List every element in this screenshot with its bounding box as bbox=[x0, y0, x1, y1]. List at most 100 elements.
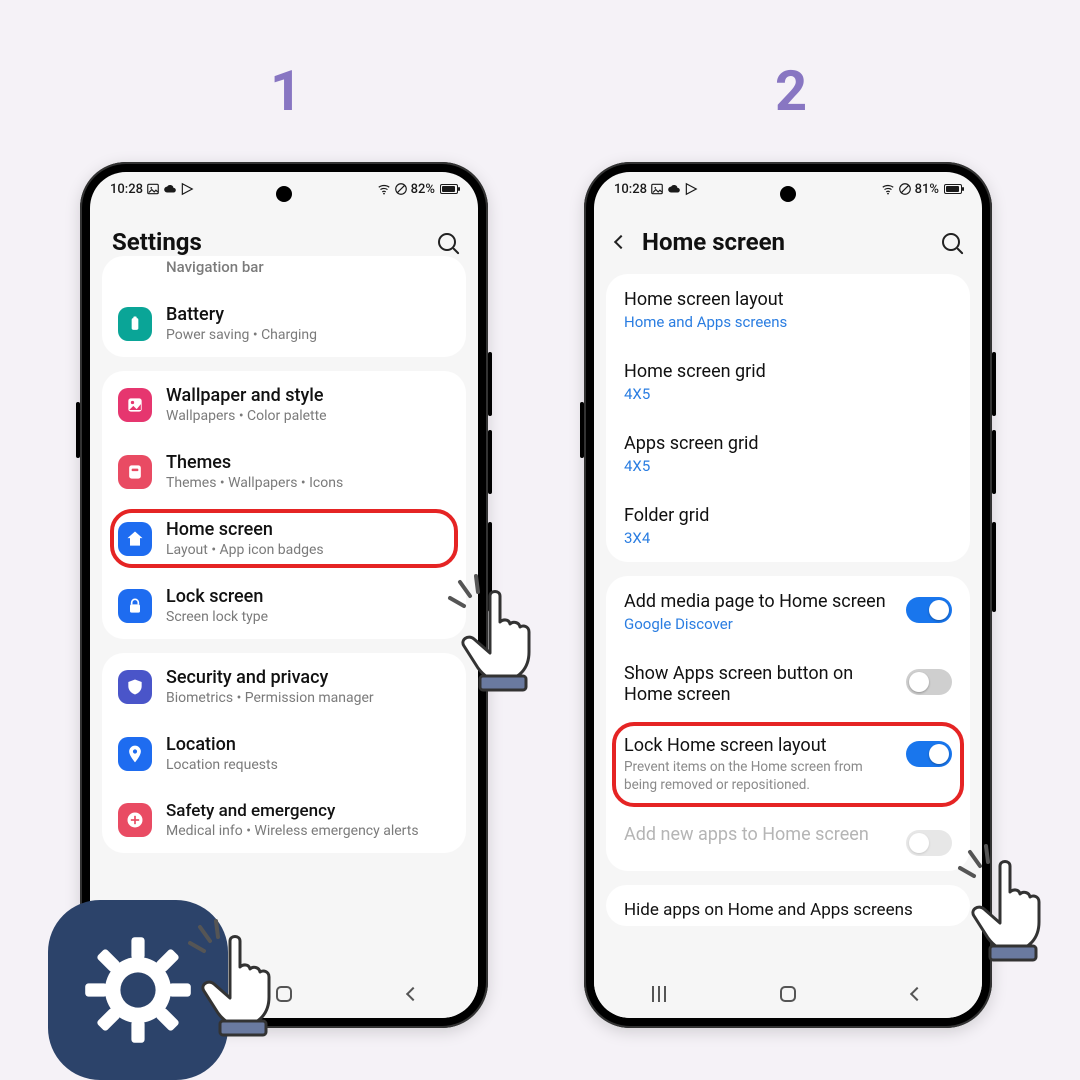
row-value: 4X5 bbox=[624, 457, 952, 475]
row-subtitle: Themes • Wallpapers • Icons bbox=[166, 475, 450, 491]
row-subtitle: Power saving • Charging bbox=[166, 327, 450, 343]
row-media-page[interactable]: Add media page to Home screen Google Dis… bbox=[606, 576, 970, 648]
toggle-media-page[interactable] bbox=[906, 597, 952, 623]
row-title: Security and privacy bbox=[166, 667, 450, 688]
toggle-add-new-apps[interactable] bbox=[906, 830, 952, 856]
toggle-lock-layout[interactable] bbox=[906, 741, 952, 767]
row-title: Safety and emergency bbox=[166, 801, 450, 821]
settings-row-wallpaper[interactable]: Wallpaper and style Wallpapers • Color p… bbox=[102, 371, 466, 438]
settings-group-personalize: Wallpaper and style Wallpapers • Color p… bbox=[102, 371, 466, 639]
home-options-group: Add media page to Home screen Google Dis… bbox=[606, 576, 970, 871]
block-icon bbox=[898, 182, 912, 196]
row-title: Add media page to Home screen bbox=[624, 591, 892, 612]
search-icon[interactable] bbox=[942, 233, 960, 251]
page-header: Home screen bbox=[594, 206, 982, 274]
row-apps-button[interactable]: Show Apps screen button on Home screen bbox=[606, 648, 970, 720]
row-subtitle: Wallpapers • Color palette bbox=[166, 408, 450, 424]
row-add-new-apps[interactable]: Add new apps to Home screen bbox=[606, 809, 970, 871]
nav-back[interactable] bbox=[383, 989, 443, 999]
battery-settings-icon bbox=[118, 307, 152, 341]
settings-row-navigation-bar[interactable]: Navigation bar bbox=[102, 256, 466, 290]
shield-icon bbox=[118, 670, 152, 704]
page-title: Home screen bbox=[642, 228, 785, 256]
settings-row-location[interactable]: Location Location requests bbox=[102, 720, 466, 787]
battery-percent: 82% bbox=[411, 182, 435, 197]
row-value: 4X5 bbox=[624, 385, 952, 403]
row-title: Wallpaper and style bbox=[166, 385, 450, 406]
play-icon bbox=[684, 182, 698, 196]
battery-icon bbox=[944, 184, 962, 194]
settings-row-lock-screen[interactable]: Lock screen Screen lock type bbox=[102, 572, 466, 639]
image-icon bbox=[650, 182, 664, 196]
wifi-icon bbox=[377, 182, 391, 196]
row-title: Battery bbox=[166, 304, 450, 325]
emergency-icon bbox=[118, 803, 152, 837]
home-hide-group: Hide apps on Home and Apps screens bbox=[606, 885, 970, 926]
battery-percent: 81% bbox=[915, 182, 939, 197]
home-icon bbox=[118, 522, 152, 556]
row-title: Location bbox=[166, 734, 450, 755]
row-title: Show Apps screen button on Home screen bbox=[624, 663, 892, 705]
gear-icon bbox=[83, 935, 193, 1045]
status-time: 10:28 bbox=[110, 182, 143, 197]
nav-home[interactable] bbox=[254, 986, 314, 1002]
row-hide-apps[interactable]: Hide apps on Home and Apps screens bbox=[606, 885, 970, 926]
row-title: Lock Home screen layout bbox=[624, 735, 892, 756]
settings-row-security[interactable]: Security and privacy Biometrics • Permis… bbox=[102, 653, 466, 720]
row-title: Themes bbox=[166, 452, 450, 473]
play-icon bbox=[180, 182, 194, 196]
nav-recent[interactable] bbox=[629, 986, 689, 1002]
row-home-grid[interactable]: Home screen grid 4X5 bbox=[606, 346, 970, 418]
row-value: 3X4 bbox=[624, 529, 952, 547]
phone-frame-2: 10:28 81% bbox=[584, 162, 992, 1028]
camera-notch bbox=[276, 186, 292, 202]
row-subtitle: Medical info • Wireless emergency alerts bbox=[166, 823, 450, 839]
row-title: Home screen grid bbox=[624, 361, 952, 382]
nav-home[interactable] bbox=[758, 986, 818, 1002]
status-time: 10:28 bbox=[614, 182, 647, 197]
phone-frame-1: 10:28 82% bbox=[80, 162, 488, 1028]
row-title: Hide apps on Home and Apps screens bbox=[624, 900, 952, 920]
settings-row-home-screen[interactable]: Home screen Layout • App icon badges bbox=[102, 505, 466, 572]
row-folder-grid[interactable]: Folder grid 3X4 bbox=[606, 490, 970, 562]
nav-bar bbox=[594, 970, 982, 1018]
row-title: Lock screen bbox=[166, 586, 450, 607]
page-title: Settings bbox=[112, 228, 202, 256]
step-2-label: 2 bbox=[775, 58, 807, 124]
row-title: Folder grid bbox=[624, 505, 952, 526]
row-description: Prevent items on the Home screen from be… bbox=[624, 759, 892, 794]
lock-icon bbox=[118, 589, 152, 623]
row-value: Google Discover bbox=[624, 615, 892, 633]
row-lock-layout[interactable]: Lock Home screen layout Prevent items on… bbox=[606, 720, 970, 809]
cloud-icon bbox=[163, 182, 177, 196]
cloud-icon bbox=[667, 182, 681, 196]
settings-row-battery[interactable]: Battery Power saving • Charging bbox=[102, 290, 466, 357]
row-apps-grid[interactable]: Apps screen grid 4X5 bbox=[606, 418, 970, 490]
wallpaper-icon bbox=[118, 388, 152, 422]
search-icon[interactable] bbox=[438, 233, 456, 251]
themes-icon bbox=[118, 455, 152, 489]
location-icon bbox=[118, 737, 152, 771]
back-icon[interactable] bbox=[614, 235, 628, 249]
step-1-label: 1 bbox=[270, 58, 302, 124]
row-subtitle: Screen lock type bbox=[166, 609, 450, 625]
settings-row-safety[interactable]: Safety and emergency Medical info • Wire… bbox=[102, 787, 466, 853]
row-subtitle: Layout • App icon badges bbox=[166, 542, 450, 558]
row-title: Home screen layout bbox=[624, 289, 952, 310]
row-home-layout[interactable]: Home screen layout Home and Apps screens bbox=[606, 274, 970, 346]
toggle-apps-button[interactable] bbox=[906, 669, 952, 695]
block-icon bbox=[394, 182, 408, 196]
settings-group-display-tail: Navigation bar Battery Power saving • Ch… bbox=[102, 256, 466, 357]
row-title: Home screen bbox=[166, 519, 450, 540]
home-grid-group: Home screen layout Home and Apps screens… bbox=[606, 274, 970, 562]
row-title: Apps screen grid bbox=[624, 433, 952, 454]
settings-row-themes[interactable]: Themes Themes • Wallpapers • Icons bbox=[102, 438, 466, 505]
battery-icon bbox=[440, 184, 458, 194]
settings-group-security: Security and privacy Biometrics • Permis… bbox=[102, 653, 466, 853]
nav-back[interactable] bbox=[887, 989, 947, 999]
row-title: Add new apps to Home screen bbox=[624, 824, 892, 845]
row-subtitle: Location requests bbox=[166, 757, 450, 773]
row-subtitle: Biometrics • Permission manager bbox=[166, 690, 450, 706]
row-title: Navigation bar bbox=[166, 258, 450, 276]
settings-app-icon[interactable] bbox=[48, 900, 228, 1080]
